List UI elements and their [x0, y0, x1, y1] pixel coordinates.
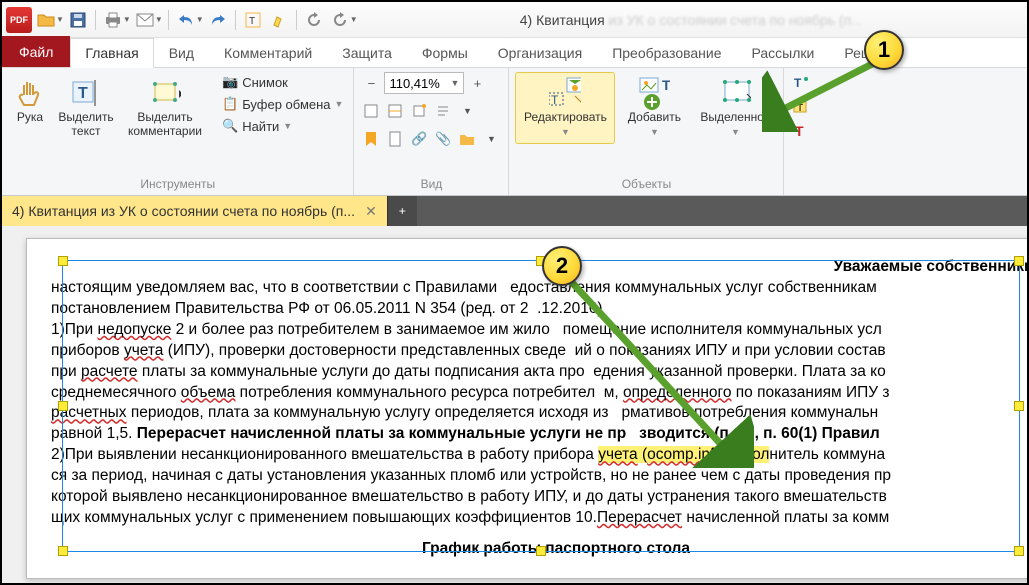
doctab-title: 4) Квитанция из УК о состоянии счета по …	[12, 203, 355, 219]
undo-dropdown[interactable]: ▼	[196, 15, 204, 24]
text-line: щих коммунальных услуг с применением пов…	[51, 508, 1027, 529]
hand-icon	[14, 77, 46, 109]
text-line: постановлением Правительства РФ от 06.05…	[51, 299, 1027, 320]
tab-home[interactable]: Главная	[70, 38, 153, 68]
highlight-button[interactable]	[267, 8, 291, 32]
group-label-tools: Инструменты	[8, 175, 347, 193]
zoom-in-button[interactable]: +	[466, 72, 488, 94]
doc-heading-2: График работы паспортного стола	[51, 539, 1027, 560]
extra-btn-1[interactable]: T	[790, 72, 812, 94]
document-tab-active[interactable]: 4) Квитанция из УК о состоянии счета по …	[2, 196, 387, 226]
select-text-icon: T	[70, 77, 102, 109]
add-object-button[interactable]: T Добавить ▼	[619, 72, 689, 144]
fit-width-button[interactable]	[384, 100, 406, 122]
link-button[interactable]: 🔗	[408, 128, 430, 150]
tab-comment[interactable]: Комментарий	[209, 38, 327, 67]
svg-text:T: T	[78, 85, 88, 102]
document-area[interactable]: Уважаемые собственники (на настоящим уве…	[2, 226, 1027, 583]
group-label-objects: Объекты	[515, 175, 777, 193]
rotate-view-button[interactable]	[408, 100, 430, 122]
svg-text:T: T	[662, 77, 670, 93]
save-button[interactable]	[66, 8, 90, 32]
document-button[interactable]	[384, 128, 406, 150]
tab-forms[interactable]: Формы	[407, 38, 483, 67]
tab-mail[interactable]: Рассылки	[737, 38, 830, 67]
group-tools: Рука T Выделить текст Выделить комментар…	[2, 68, 354, 195]
group-label-view: Вид	[360, 175, 502, 193]
close-tab-button[interactable]: ✕	[365, 203, 377, 220]
folder-button[interactable]	[456, 128, 478, 150]
fit-page-button[interactable]	[360, 100, 382, 122]
pdf-page[interactable]: Уважаемые собственники (на настоящим уве…	[26, 238, 1027, 579]
document-tabs: 4) Квитанция из УК о состоянии счета по …	[2, 196, 1027, 226]
snapshot-button[interactable]: 📷Снимок	[218, 72, 347, 92]
view-more2-button[interactable]: ▼	[480, 128, 502, 150]
reflow-button[interactable]	[432, 100, 454, 122]
camera-icon: 📷	[222, 74, 238, 90]
svg-text:T: T	[797, 103, 803, 114]
email-dropdown[interactable]: ▼	[155, 15, 163, 24]
callout-1: 1	[864, 30, 904, 70]
qat-customize[interactable]: ▼	[350, 15, 358, 24]
rotate-left-button[interactable]	[302, 8, 326, 32]
group-objects: T Редактировать ▼ T Добавить ▼ Выделенно…	[509, 68, 784, 195]
select-text-button[interactable]: T Выделить текст	[56, 72, 116, 144]
text-line: среднемесячного объема потребления комму…	[51, 383, 1027, 404]
add-object-icon: T	[638, 77, 670, 109]
extra-btn-3[interactable]: T	[790, 120, 812, 142]
email-button[interactable]	[133, 8, 157, 32]
edit-object-button[interactable]: T Редактировать ▼	[515, 72, 615, 144]
group-extra: T T T	[784, 68, 818, 195]
text-line: при расчете платы за коммунальные услуги…	[51, 362, 1027, 383]
text-line: 1)При недопуске 2 и более раз потребител…	[51, 320, 1027, 341]
open-dropdown[interactable]: ▼	[56, 15, 64, 24]
app-icon: PDF	[6, 7, 32, 33]
open-button[interactable]	[34, 8, 58, 32]
group-view: − 110,41%▼ + ▼ 🔗 📎 ▼ Вид	[354, 68, 509, 195]
text-line: равной 1,5. Перерасчет начисленной платы…	[51, 424, 1027, 445]
zoom-combo[interactable]: 110,41%▼	[384, 72, 464, 94]
clipboard-button[interactable]: 📋Буфер обмена ▼	[218, 94, 347, 114]
find-button[interactable]: 🔍Найти ▼	[218, 116, 347, 136]
edit-object-icon: T	[549, 77, 581, 109]
text-line: ся за период, начиная с даты установлени…	[51, 466, 1027, 487]
selected-object-icon	[719, 77, 751, 109]
binoculars-icon: 🔍	[222, 118, 238, 134]
tab-convert[interactable]: Преобразование	[597, 38, 736, 67]
tab-view[interactable]: Вид	[154, 38, 209, 67]
new-tab-button[interactable]: +	[387, 196, 417, 226]
attachment-button[interactable]: 📎	[432, 128, 454, 150]
typewriter-button[interactable]: T	[241, 8, 265, 32]
window-title: 4) Квитанция из УК о состоянии счета по …	[360, 12, 1023, 28]
clipboard-icon: 📋	[222, 96, 238, 112]
rotate-right-button[interactable]	[328, 8, 352, 32]
bookmark-button[interactable]	[360, 128, 382, 150]
extra-btn-2[interactable]: T	[790, 96, 812, 118]
svg-text:T: T	[794, 76, 802, 90]
text-line: приборов учета (ИПУ), проверки достоверн…	[51, 341, 1027, 362]
text-line: которой выявлено несанкционированное вме…	[51, 487, 1027, 508]
view-more-button[interactable]: ▼	[456, 100, 478, 122]
redo-button[interactable]	[206, 8, 230, 32]
text-line: расчетных периодов, плата за коммунальну…	[51, 403, 1027, 424]
tab-protect[interactable]: Защита	[327, 38, 407, 67]
ribbon: Рука T Выделить текст Выделить комментар…	[2, 68, 1027, 196]
tab-file[interactable]: Файл	[2, 36, 70, 67]
undo-button[interactable]	[174, 8, 198, 32]
text-line: 2)При выявлении несанкционированного вме…	[51, 445, 1027, 466]
svg-text:T: T	[795, 123, 804, 139]
zoom-out-button[interactable]: −	[360, 72, 382, 94]
selected-object-button[interactable]: Выделенное ▼	[693, 72, 777, 144]
select-comments-button[interactable]: Выделить комментарии	[120, 72, 210, 144]
text-line: настоящим уведомляем вас, что в соответс…	[51, 278, 1027, 299]
print-dropdown[interactable]: ▼	[123, 15, 131, 24]
svg-text:T: T	[249, 16, 255, 27]
doc-heading: Уважаемые собственники (на	[51, 257, 1027, 278]
tab-organize[interactable]: Организация	[483, 38, 597, 67]
hand-tool-button[interactable]: Рука	[8, 72, 52, 130]
select-comments-icon	[149, 77, 181, 109]
callout-2: 2	[542, 246, 582, 286]
print-button[interactable]	[101, 8, 125, 32]
